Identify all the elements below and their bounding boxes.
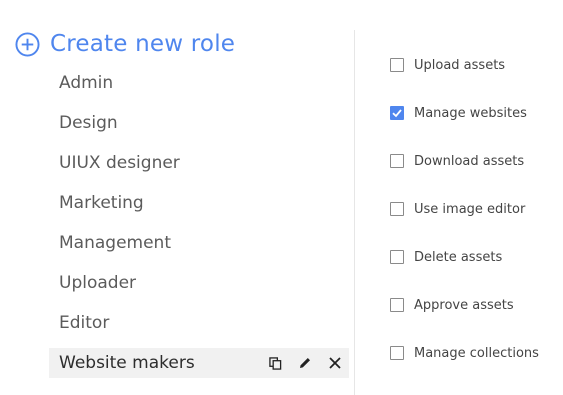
role-actions bbox=[267, 355, 349, 371]
role-item-uiux-designer[interactable]: UIUX designer bbox=[49, 148, 349, 178]
checkbox[interactable] bbox=[390, 298, 404, 312]
role-label: UIUX designer bbox=[59, 153, 180, 173]
role-label: Design bbox=[59, 113, 118, 133]
permission-upload-assets[interactable]: Upload assets bbox=[390, 53, 539, 77]
role-item-design[interactable]: Design bbox=[49, 108, 349, 138]
permission-approve-assets[interactable]: Approve assets bbox=[390, 293, 539, 317]
permission-label: Delete assets bbox=[414, 249, 503, 265]
copy-icon[interactable] bbox=[267, 355, 283, 371]
checkbox[interactable] bbox=[390, 154, 404, 168]
checkbox-checked[interactable] bbox=[390, 106, 404, 120]
checkbox[interactable] bbox=[390, 58, 404, 72]
permission-label: Manage collections bbox=[414, 345, 539, 361]
permission-label: Manage websites bbox=[414, 105, 527, 121]
role-item-website-makers[interactable]: Website makers bbox=[49, 348, 349, 378]
create-new-role-button[interactable]: Create new role bbox=[15, 28, 235, 60]
role-label: Website makers bbox=[59, 353, 195, 373]
role-label: Management bbox=[59, 233, 171, 253]
permission-label: Approve assets bbox=[414, 297, 514, 313]
close-icon[interactable] bbox=[327, 355, 343, 371]
role-item-uploader[interactable]: Uploader bbox=[49, 268, 349, 298]
role-label: Marketing bbox=[59, 193, 144, 213]
role-list: Admin Design UIUX designer Marketing Man… bbox=[49, 68, 349, 388]
checkbox[interactable] bbox=[390, 250, 404, 264]
role-item-editor[interactable]: Editor bbox=[49, 308, 349, 338]
role-label: Admin bbox=[59, 73, 114, 93]
permission-manage-collections[interactable]: Manage collections bbox=[390, 341, 539, 365]
checkbox[interactable] bbox=[390, 202, 404, 216]
permissions-panel: Upload assets Manage websites Download a… bbox=[390, 53, 539, 389]
checkbox[interactable] bbox=[390, 346, 404, 360]
permission-download-assets[interactable]: Download assets bbox=[390, 149, 539, 173]
permission-label: Download assets bbox=[414, 153, 525, 169]
checkmark-icon bbox=[392, 109, 402, 118]
role-label: Uploader bbox=[59, 273, 137, 293]
role-item-management[interactable]: Management bbox=[49, 228, 349, 258]
role-label: Editor bbox=[59, 313, 110, 333]
permission-label: Upload assets bbox=[414, 57, 506, 73]
role-item-marketing[interactable]: Marketing bbox=[49, 188, 349, 218]
role-item-admin[interactable]: Admin bbox=[49, 68, 349, 98]
create-new-role-label: Create new role bbox=[50, 31, 236, 57]
permission-label: Use image editor bbox=[414, 201, 526, 217]
pencil-icon[interactable] bbox=[297, 355, 313, 371]
panel-divider bbox=[354, 30, 355, 395]
roles-panel: Create new role Admin Design UIUX design… bbox=[0, 0, 354, 394]
permission-manage-websites[interactable]: Manage websites bbox=[390, 101, 539, 125]
permission-use-image-editor[interactable]: Use image editor bbox=[390, 197, 539, 221]
permission-delete-assets[interactable]: Delete assets bbox=[390, 245, 539, 269]
plus-circle-icon bbox=[15, 31, 40, 57]
